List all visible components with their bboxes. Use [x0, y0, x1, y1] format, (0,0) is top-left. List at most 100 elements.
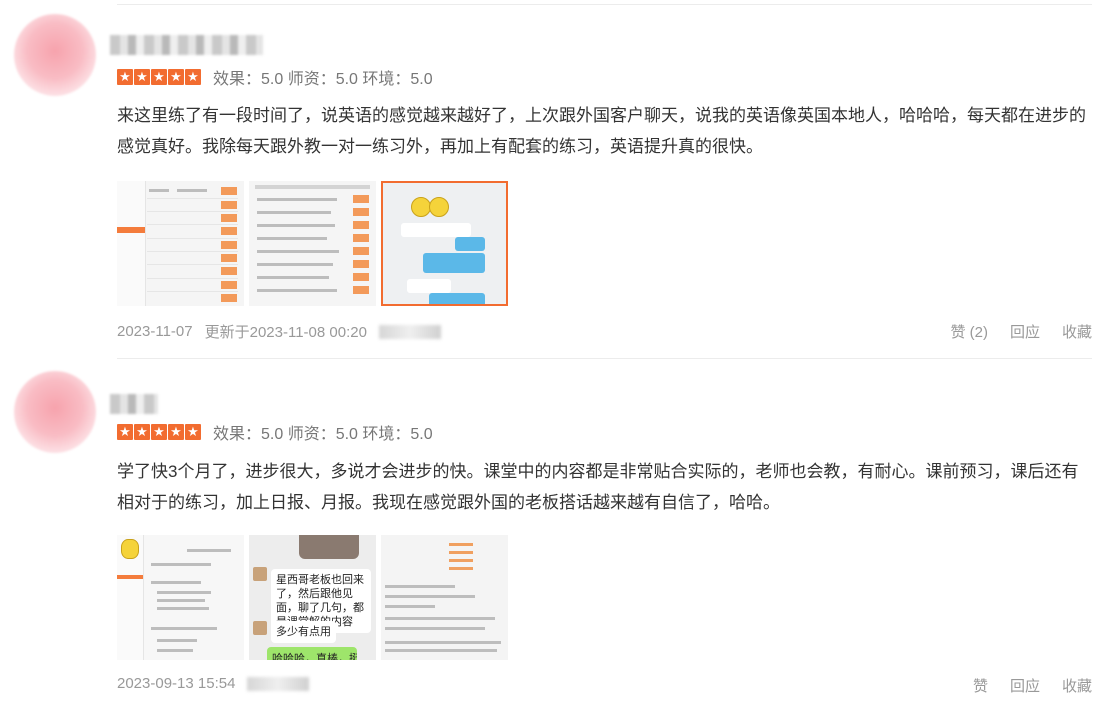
thumb-button [353, 273, 369, 281]
review-meta: 2023-09-13 15:54 赞 回应 收藏 [117, 675, 1092, 697]
chat-message-self: 哈哈哈，真棒，挺好几个 [267, 647, 357, 660]
chat-bubble [455, 237, 485, 251]
collect-button[interactable]: 收藏 [1062, 675, 1092, 696]
thumb-text [257, 237, 327, 240]
chat-bubble [429, 293, 485, 304]
thumb-text [385, 595, 475, 598]
thumb-text [157, 591, 211, 594]
review-image-1[interactable] [117, 535, 244, 660]
thumb-button [353, 247, 369, 255]
thumb-button [221, 241, 237, 249]
star-icon: ★ [117, 424, 133, 440]
thumb-text [157, 607, 209, 610]
thumb-button [353, 208, 369, 216]
username-blurred[interactable] [110, 394, 158, 414]
star-icon: ★ [151, 69, 167, 85]
chat-avatar [253, 621, 267, 635]
thumb-row-line [147, 264, 238, 265]
reply-button[interactable]: 回应 [1010, 321, 1040, 342]
thumb-button [353, 260, 369, 268]
thumb-button [353, 234, 369, 242]
thumb-text [157, 649, 193, 652]
review-image-1[interactable] [117, 181, 244, 306]
thumb-sidebar-highlight [117, 227, 145, 233]
rating-row: ★ ★ ★ ★ ★ 效果：5.0 师资：5.0 环境：5.0 [117, 422, 445, 443]
thumb-text [151, 563, 211, 566]
thumb-stars [449, 543, 473, 546]
chat-bubble [423, 253, 485, 273]
review-image-3[interactable] [381, 535, 508, 660]
collect-button[interactable]: 收藏 [1062, 321, 1092, 342]
thumb-sidebar-highlight [117, 575, 143, 579]
thumb-text [385, 617, 495, 620]
thumb-text [151, 581, 201, 584]
chat-avatar [253, 567, 267, 581]
star-icon: ★ [134, 424, 150, 440]
star-icon: ★ [185, 424, 201, 440]
thumb-row-line [147, 251, 238, 252]
thumb-button [221, 187, 237, 195]
rating-scores: 效果：5.0 师资：5.0 环境：5.0 [213, 426, 433, 443]
thumb-text [257, 211, 331, 214]
thumb-text [257, 224, 335, 227]
thumb-text [385, 627, 485, 630]
chat-message: 多少有点用 [271, 621, 336, 643]
thumb-row-line [147, 211, 238, 212]
review-content: 学了快3个月了，进步很大，多说才会进步的快。课堂中的内容都是非常贴合实际的，老师… [117, 462, 1079, 512]
like-button[interactable]: 赞 [973, 675, 988, 696]
thumb-text [257, 289, 337, 292]
meta-actions: 赞 回应 收藏 [973, 675, 1092, 696]
review-content: 来这里练了有一段时间了，说英语的感觉越来越好了，上次跟外国客户聊天，说我的英语像… [117, 106, 1086, 156]
review-image-3[interactable] [381, 181, 508, 306]
thumb-button [221, 281, 237, 289]
meta-left: 2023-11-07 更新于2023-11-08 00:20 [117, 321, 453, 342]
thumb-button [353, 286, 369, 294]
thumb-text [257, 276, 329, 279]
review-date: 2023-11-07 [117, 323, 193, 340]
thumb-text [385, 605, 435, 608]
thumb-text [157, 639, 197, 642]
thumb-text [157, 599, 205, 602]
thumb-text [385, 585, 455, 588]
meta-left: 2023-09-13 15:54 [117, 675, 321, 692]
thumb-stars [449, 551, 473, 554]
star-icon: ★ [134, 69, 150, 85]
thumb-text [257, 263, 333, 266]
avatar[interactable] [14, 14, 96, 96]
thumb-row-line [147, 224, 238, 225]
star-icon: ★ [151, 424, 167, 440]
thumb-button [221, 294, 237, 302]
thumb-text [257, 250, 339, 253]
rating-scores: 效果：5.0 师资：5.0 环境：5.0 [213, 71, 433, 88]
thumb-row-line [147, 198, 238, 199]
thumb-sidebar [117, 181, 146, 306]
reply-button[interactable]: 回应 [1010, 675, 1040, 696]
review-date: 2023-09-13 15:54 [117, 675, 236, 692]
thumb-header [255, 185, 370, 189]
thumb-text [385, 649, 497, 652]
review-image-2[interactable] [249, 181, 376, 306]
thumb-text [151, 627, 217, 630]
review-images: 星西哥老板也回来了，然后跟他见面，聊了几句，都是课堂解的内容 多少有点用 哈哈哈… [117, 535, 508, 660]
review-meta: 2023-11-07 更新于2023-11-08 00:20 赞 (2) 回应 … [117, 321, 1092, 343]
top-divider [117, 4, 1092, 5]
review-images [117, 181, 508, 306]
thumb-button [221, 254, 237, 262]
star-icon: ★ [185, 69, 201, 85]
thumb-text [149, 189, 169, 192]
review-image-2[interactable]: 星西哥老板也回来了，然后跟他见面，聊了几句，都是课堂解的内容 多少有点用 哈哈哈… [249, 535, 376, 660]
location-blurred [378, 324, 441, 339]
avatar[interactable] [14, 371, 96, 453]
thumb-row-line [147, 278, 238, 279]
thumb-button [353, 195, 369, 203]
thumb-text [385, 641, 501, 644]
thumb-text [257, 198, 337, 201]
rating-row: ★ ★ ★ ★ ★ 效果：5.0 师资：5.0 环境：5.0 [117, 67, 445, 88]
review-divider [117, 358, 1092, 359]
thumb-text [187, 549, 231, 552]
like-button[interactable]: 赞 (2) [950, 321, 988, 342]
thumb-button [221, 201, 237, 209]
username-blurred[interactable] [110, 35, 263, 55]
emoji-icon [429, 197, 449, 217]
mascot-icon [121, 539, 139, 559]
